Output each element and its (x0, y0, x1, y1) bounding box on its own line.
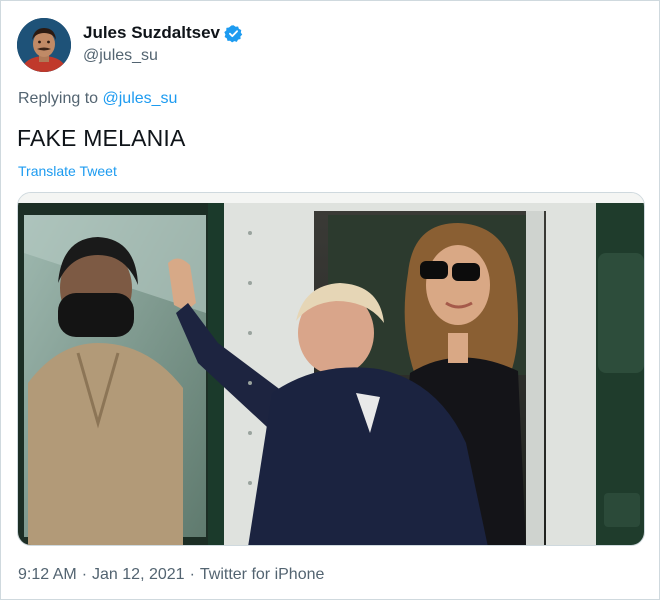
meta-separator: · (81, 566, 88, 583)
translate-tweet-link[interactable]: Translate Tweet (18, 163, 117, 179)
tweet-source[interactable]: Twitter for iPhone (200, 566, 325, 583)
avatar-image (17, 18, 71, 72)
verified-badge-icon (224, 24, 243, 43)
author-name-row[interactable]: Jules Suzdaltsev (83, 23, 243, 43)
author-avatar[interactable] (17, 18, 71, 72)
replying-to-line: Replying to @jules_su (18, 90, 177, 108)
tweet-text: FAKE MELANIA (17, 125, 186, 151)
photo-illustration (18, 193, 644, 545)
author-handle[interactable]: @jules_su (83, 47, 158, 65)
meta-separator-2: · (189, 566, 195, 583)
tweet-card: Jules Suzdaltsev @jules_su Replying to @… (0, 0, 660, 600)
replying-to-label: Replying to (18, 90, 99, 107)
tweet-metadata: 9:12 AM · Jan 12, 2021 · Twitter for iPhone (18, 566, 324, 584)
reply-mention-link[interactable]: @jules_su (103, 90, 178, 107)
author-display-name[interactable]: Jules Suzdaltsev (83, 23, 220, 43)
tweet-date[interactable]: Jan 12, 2021 (92, 566, 185, 583)
tweet-time[interactable]: 9:12 AM (18, 566, 77, 583)
tweet-photo[interactable] (17, 192, 645, 546)
